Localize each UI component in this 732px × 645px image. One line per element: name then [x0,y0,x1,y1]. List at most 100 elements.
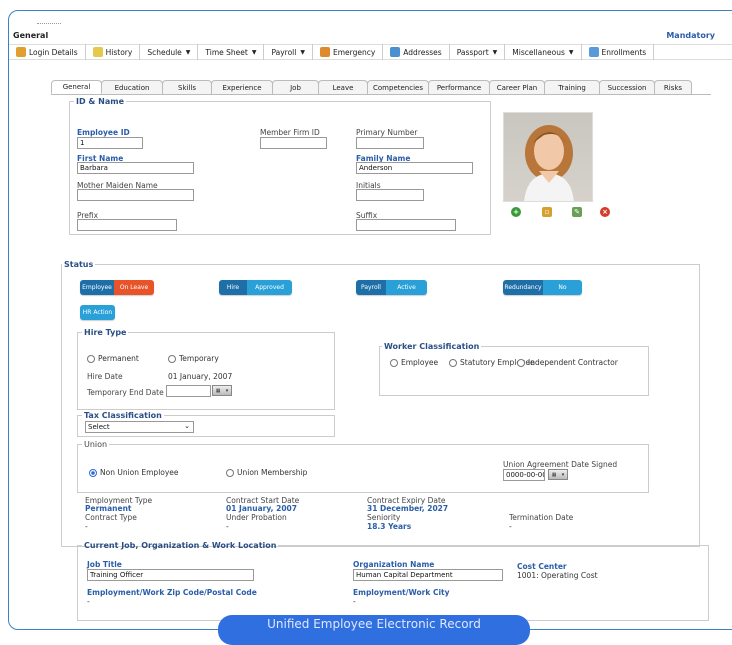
tab-succession[interactable]: Succession [599,80,655,94]
tab-career-plan[interactable]: Career Plan [489,80,545,94]
union-agreement-field[interactable]: 0000-00-00 [503,469,545,481]
primary-number-label: Primary Number [356,128,418,137]
tab-job[interactable]: Job [272,80,319,94]
menu-item-history[interactable]: History [86,44,141,60]
job-title-label: Job Title [87,560,122,569]
prefix-field[interactable] [77,219,177,231]
menu-item-login-details[interactable]: Login Details [9,44,86,60]
tab-education[interactable]: Education [101,80,163,94]
employee-class-label: Employee [401,358,439,367]
delete-photo-icon[interactable]: × [600,207,610,217]
employee-status-value: On Leave [114,280,154,295]
organization-field[interactable]: Human Capital Department [353,569,503,581]
tab-competencies[interactable]: Competencies [367,80,429,94]
tab-leave[interactable]: Leave [318,80,368,94]
hire-status-key: Hire [219,280,247,295]
organization-label: Organization Name [353,560,435,569]
permanent-radio[interactable]: Permanent [87,354,139,363]
tax-classification-legend: Tax Classification [84,411,162,420]
general-panel: ID & Name Employee ID 1 Member Firm ID P… [61,97,709,621]
hire-status-value: Approved [247,280,292,295]
menu-item-payroll[interactable]: Payroll ▼ [264,44,313,60]
redundancy-status-key: Redundancy [503,280,543,295]
contract-start-value: 01 January, 2007 [226,504,297,513]
union-legend: Union [84,440,108,449]
hr-action-button[interactable]: HR Action [80,305,115,320]
tax-classification-select[interactable]: Select ⌄ [85,421,194,433]
non-union-label: Non Union Employee [100,468,179,477]
family-name-field[interactable]: Anderson [356,162,473,174]
tab-risks[interactable]: Risks [654,80,692,94]
cost-center-label: Cost Center [517,562,567,571]
independent-contractor-label: Independent Contractor [528,358,618,367]
union-membership-radio[interactable]: Union Membership [226,468,307,477]
menu-item-miscellaneous[interactable]: Miscellaneous ▼ [505,44,582,60]
menu-item-schedule[interactable]: Schedule ▼ [140,44,199,60]
tab-experience[interactable]: Experience [211,80,273,94]
tab-skills[interactable]: Skills [162,80,212,94]
hire-status-badge[interactable]: Hire Approved [219,280,292,295]
menu-item-label: Passport [456,47,489,57]
crop-photo-icon[interactable]: ▫ [542,207,552,217]
temporary-label: Temporary [179,354,219,363]
toolbar-menu: Login Details History Schedule ▼ Time Sheet ▼… [9,44,732,60]
menu-item-passport[interactable]: Passport ▼ [450,44,506,60]
edit-photo-icon[interactable]: ✎ [572,207,582,217]
worker-classification-section: Worker Classification [379,342,649,396]
employment-type-value: Permanent [85,504,132,513]
suffix-field[interactable] [356,219,456,231]
worker-classification-legend: Worker Classification [384,342,480,351]
employee-id-field[interactable]: 1 [77,137,143,149]
current-job-legend: Current Job, Organization & Work Locatio… [84,541,277,550]
member-firm-field[interactable] [260,137,327,149]
job-title-field[interactable]: Training Officer [87,569,254,581]
history-icon [92,47,103,57]
redundancy-status-value: No [543,280,582,295]
calendar-icon[interactable]: ▦ ▾ [212,385,232,396]
employee-class-radio[interactable]: Employee [390,358,438,367]
caret-down-icon: ▼ [185,48,191,56]
temporary-radio[interactable]: Temporary [168,354,219,363]
menu-item-time-sheet[interactable]: Time Sheet ▼ [198,44,265,60]
chevron-down-icon: ⌄ [184,422,190,430]
menu-item-label: Enrollments [601,47,647,57]
add-photo-icon[interactable]: + [511,207,521,217]
union-calendar-icon[interactable]: ▦ ▾ [548,469,568,480]
menu-item-label: Payroll [271,47,297,57]
menu-item-label: Time Sheet [205,47,248,57]
unified-record-button[interactable]: Unified Employee Electronic Record [218,615,530,645]
primary-number-field[interactable] [356,137,424,149]
mandatory-link[interactable]: Mandatory [666,31,715,40]
payroll-status-badge[interactable]: Payroll Active [356,280,427,295]
redundancy-status-badge[interactable]: Redundancy No [503,280,582,295]
tab-divider [51,94,711,95]
first-name-field[interactable]: Barbara [77,162,194,174]
current-job-section: Current Job, Organization & Work Locatio… [77,541,709,621]
menu-item-enrollments[interactable]: Enrollments [582,44,655,60]
tab-general[interactable]: General [51,80,102,94]
independent-contractor-radio[interactable]: Independent Contractor [517,358,618,367]
initials-field[interactable] [356,189,424,201]
mother-maiden-field[interactable] [77,189,194,201]
menu-item-label: History [105,47,133,57]
work-city-label: Employment/Work City [353,588,450,597]
menu-item-label: Miscellaneous [512,47,565,57]
temporary-radio-circle [168,354,176,363]
menu-item-emergency[interactable]: Emergency [313,44,384,60]
employee-status-key: Employee [80,280,114,295]
employee-class-circle [390,358,398,367]
tab-training[interactable]: Training [544,80,600,94]
enrollments-icon [588,47,599,57]
probation-value: - [226,522,229,531]
non-union-radio[interactable]: Non Union Employee [89,468,179,477]
union-agreement-label: Union Agreement Date Signed [503,460,618,469]
member-firm-label: Member Firm ID [260,128,320,137]
menu-item-addresses[interactable]: Addresses [383,44,450,60]
cost-center-value: 1001: Operating Cost [517,571,598,580]
temp-end-date-field[interactable] [166,385,211,397]
menu-item-label: Login Details [29,47,78,57]
employee-status-badge[interactable]: Employee On Leave [80,280,154,295]
tab-performance[interactable]: Performance [428,80,490,94]
contract-expiry-value: 31 December, 2027 [367,504,449,513]
permanent-radio-circle [87,354,95,363]
